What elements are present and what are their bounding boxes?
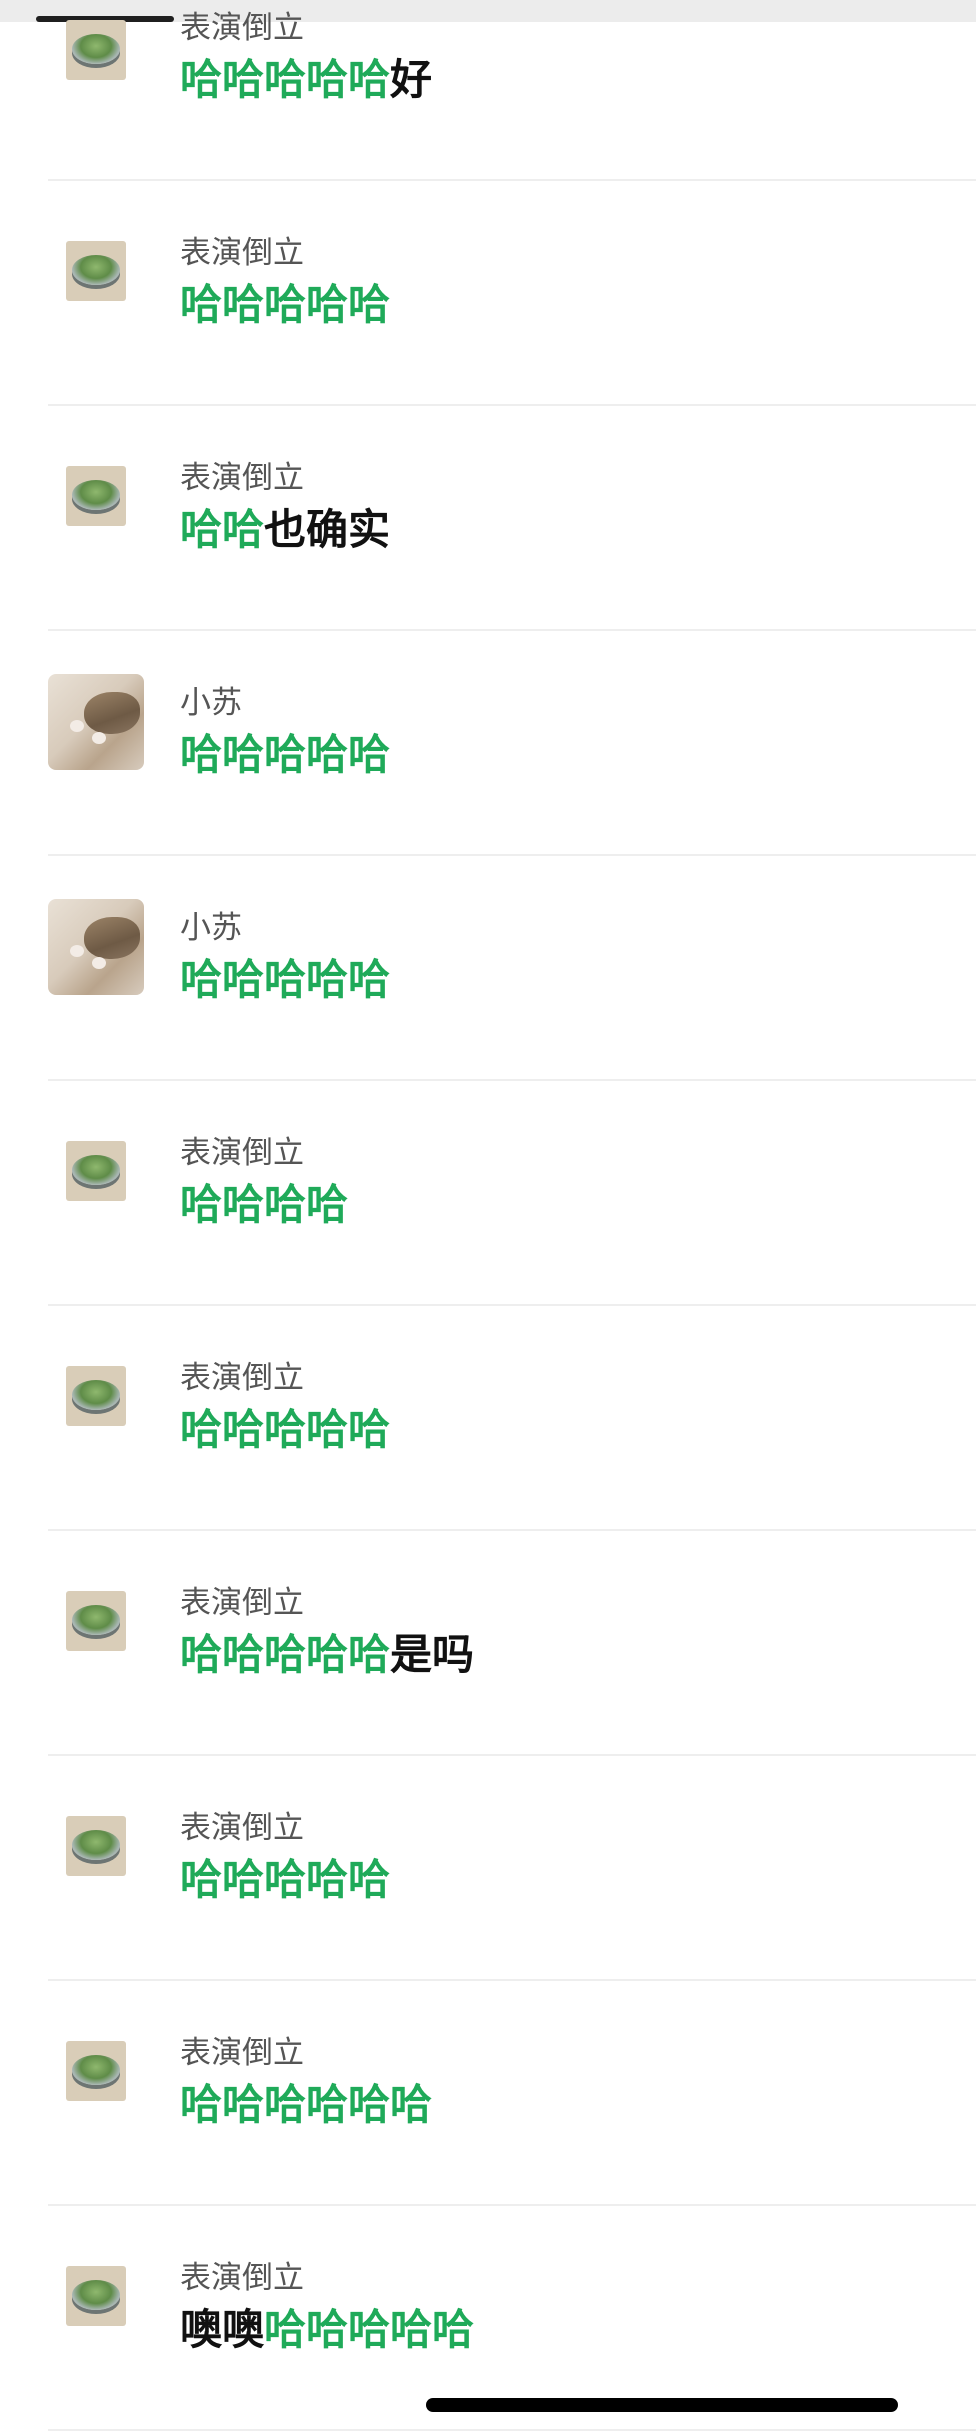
message-text: 噢噢哈哈哈哈哈 [180,2302,474,2358]
highlight-text: 哈哈哈哈哈哈 [180,2080,433,2129]
bowl-icon [72,480,120,510]
bowl-avatar[interactable] [66,1816,126,1876]
plain-text: 噢噢 [180,2305,265,2354]
bowl-icon [72,34,120,64]
highlight-text: 哈哈哈哈哈 [180,730,391,779]
sender-name: 小苏 [180,685,242,721]
message-text: 哈哈哈哈 [180,1177,348,1233]
list-item[interactable]: 表演倒立 哈哈哈哈哈 [0,1306,976,1531]
cat-avatar[interactable] [48,674,144,770]
bowl-icon [72,255,120,285]
bowl-icon [72,2055,120,2085]
highlight-text: 哈哈哈哈哈 [180,1855,391,1904]
message-text: 哈哈哈哈哈好 [180,52,432,108]
highlight-text: 哈哈哈哈哈 [264,2305,475,2354]
bowl-icon [72,1155,120,1185]
message-text: 哈哈哈哈哈 [180,1402,390,1458]
cat-paw [70,720,84,732]
sender-name: 表演倒立 [180,235,304,271]
list-item[interactable]: 表演倒立 哈哈也确实 [0,406,976,631]
home-indicator[interactable] [426,2398,898,2412]
cat-avatar[interactable] [48,899,144,995]
sender-name: 表演倒立 [180,1135,304,1171]
bowl-avatar[interactable] [66,2041,126,2101]
sender-name: 表演倒立 [180,460,304,496]
list-item[interactable]: 小苏 哈哈哈哈哈 [0,631,976,856]
sender-name: 表演倒立 [180,2260,304,2296]
bowl-avatar[interactable] [66,1366,126,1426]
cat-paw [92,732,106,744]
highlight-text: 哈哈哈哈哈 [180,55,391,104]
bowl-icon [72,2280,120,2310]
highlight-text: 哈哈哈哈哈 [180,1630,391,1679]
message-text: 哈哈哈哈哈 [180,277,390,333]
highlight-text: 哈哈哈哈 [180,1180,349,1229]
list-item[interactable]: 表演倒立 哈哈哈哈哈 [0,181,976,406]
bowl-avatar[interactable] [66,1591,126,1651]
sender-name: 小苏 [180,910,242,946]
message-text: 哈哈哈哈哈哈 [180,2077,432,2133]
list-item[interactable]: 表演倒立 哈哈哈哈哈是吗 [0,1531,976,1756]
message-text: 哈哈哈哈哈 [180,952,390,1008]
message-text: 哈哈哈哈哈 [180,727,390,783]
sender-name: 表演倒立 [180,1810,304,1846]
highlight-text: 哈哈 [180,505,265,554]
message-text: 哈哈哈哈哈是吗 [180,1627,474,1683]
list-item[interactable]: 表演倒立 哈哈哈哈哈 [0,1756,976,1981]
bowl-icon [72,1380,120,1410]
list-item[interactable]: 表演倒立 哈哈哈哈哈哈 [0,1981,976,2206]
highlight-text: 哈哈哈哈哈 [180,280,391,329]
plain-text: 是吗 [390,1630,475,1679]
sender-name: 表演倒立 [180,1360,304,1396]
bowl-icon [72,1830,120,1860]
plain-text: 好 [390,55,433,104]
bowl-avatar[interactable] [66,20,126,80]
cat-icon [84,917,140,959]
bowl-avatar[interactable] [66,1141,126,1201]
bowl-avatar[interactable] [66,2266,126,2326]
cat-paw [92,957,106,969]
message-text: 哈哈哈哈哈 [180,1852,390,1908]
highlight-text: 哈哈哈哈哈 [180,955,391,1004]
highlight-text: 哈哈哈哈哈 [180,1405,391,1454]
plain-text: 也确实 [264,505,391,554]
message-text: 哈哈也确实 [180,502,390,558]
bowl-avatar[interactable] [66,241,126,301]
bowl-icon [72,1605,120,1635]
sender-name: 表演倒立 [180,1585,304,1621]
divider [48,2429,976,2431]
sender-name: 表演倒立 [180,10,304,46]
sender-name: 表演倒立 [180,2035,304,2071]
list-item[interactable]: 表演倒立 哈哈哈哈 [0,1081,976,1306]
cat-icon [84,692,140,734]
cat-paw [70,945,84,957]
message-list: 表演倒立 哈哈哈哈哈好 表演倒立 哈哈哈哈哈 表演倒立 哈哈也确实 小苏 哈哈哈… [0,0,976,2436]
list-item[interactable]: 表演倒立 哈哈哈哈哈好 [0,0,976,181]
bowl-avatar[interactable] [66,466,126,526]
list-item[interactable]: 小苏 哈哈哈哈哈 [0,856,976,1081]
